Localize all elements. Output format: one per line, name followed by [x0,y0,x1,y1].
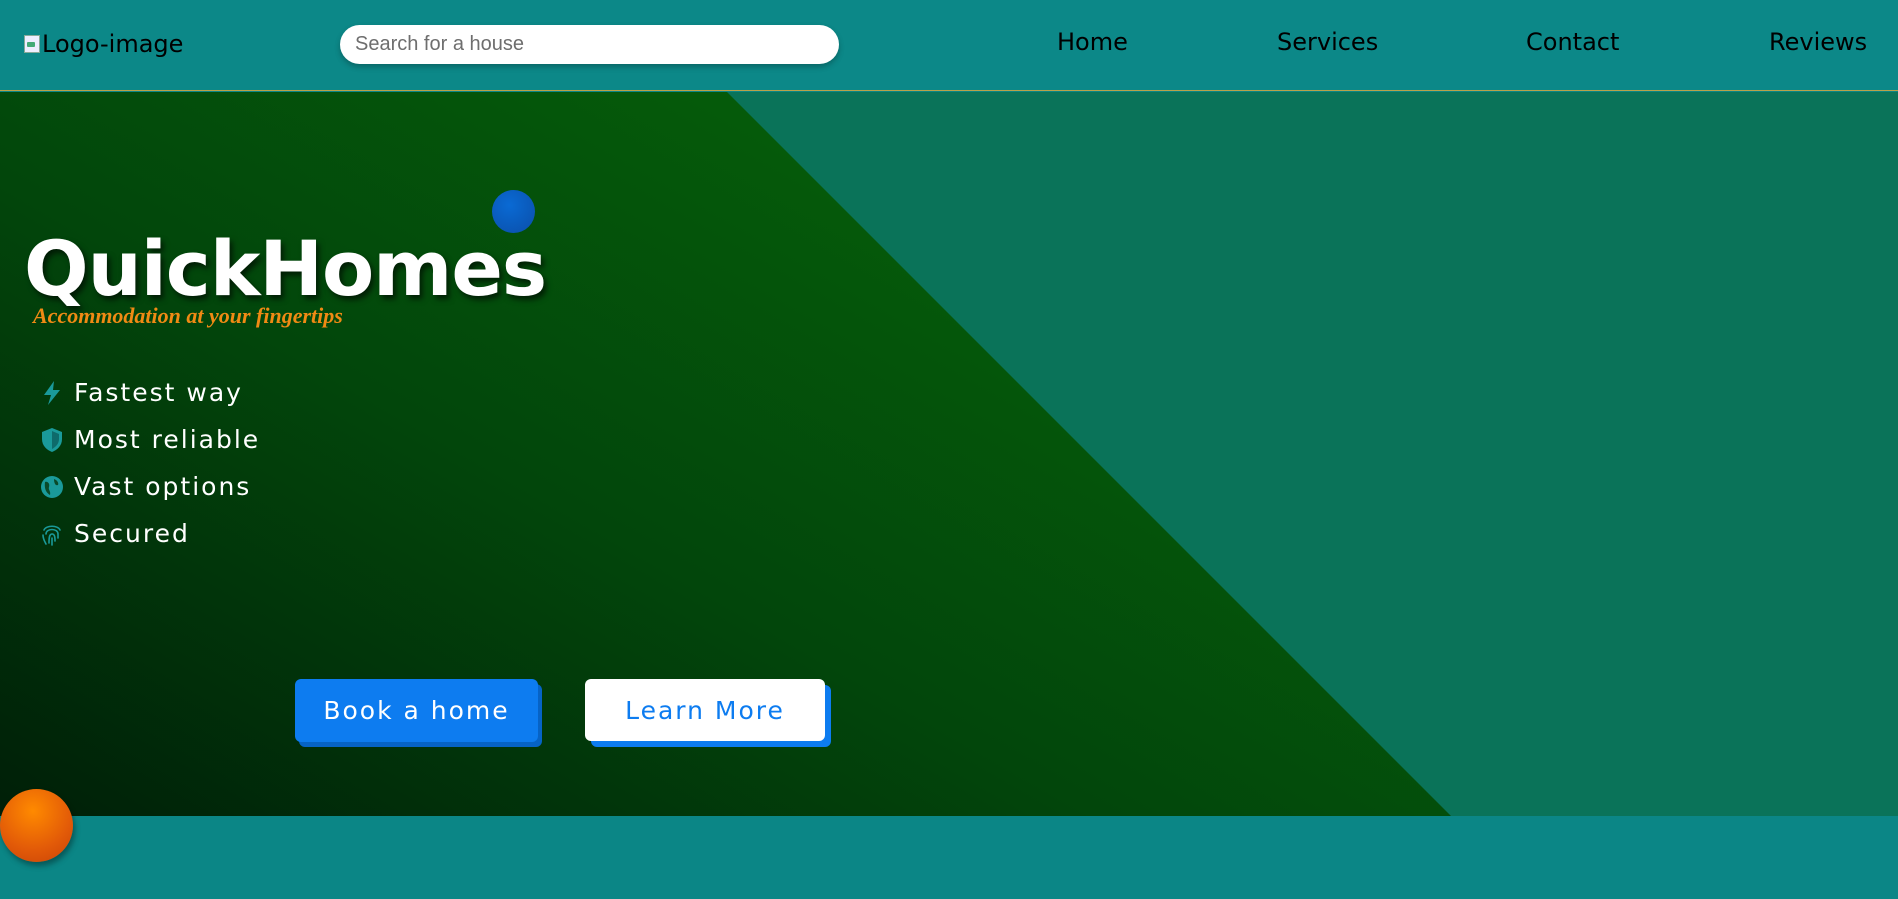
nav-reviews[interactable]: Reviews [1769,28,1867,56]
navbar: Logo-image Home Services Contact Reviews [0,0,1898,91]
logo[interactable]: Logo-image [24,28,183,60]
scroll-orb[interactable] [0,789,73,862]
feature-fastest: Fastest way [40,378,243,407]
brand-title: QuickHomes [24,224,547,313]
bottom-strip [0,816,1898,899]
feature-label: Vast options [74,472,252,501]
book-home-button[interactable]: Book a home [295,679,538,742]
nav-home[interactable]: Home [1057,28,1128,56]
logo-alt-text: Logo-image [42,30,184,58]
hero-section: QuickHomes Accommodation at your fingert… [0,92,1898,816]
feature-label: Fastest way [74,378,243,407]
tagline: Accommodation at your fingertips [33,303,343,328]
feature-label: Most reliable [74,425,261,454]
nav-contact[interactable]: Contact [1526,28,1619,56]
search-input[interactable] [340,25,839,64]
globe-icon [40,474,64,500]
feature-label: Secured [74,519,190,548]
hero-green-panel [0,92,1451,816]
feature-reliable: Most reliable [40,425,260,454]
feature-secured: Secured [40,519,190,548]
fingerprint-icon [40,521,64,547]
lightning-icon [40,380,64,406]
nav-services[interactable]: Services [1277,28,1378,56]
shield-icon [40,427,64,453]
learn-more-button[interactable]: Learn More [585,679,825,741]
broken-image-icon [24,35,40,53]
feature-vast: Vast options [40,472,251,501]
